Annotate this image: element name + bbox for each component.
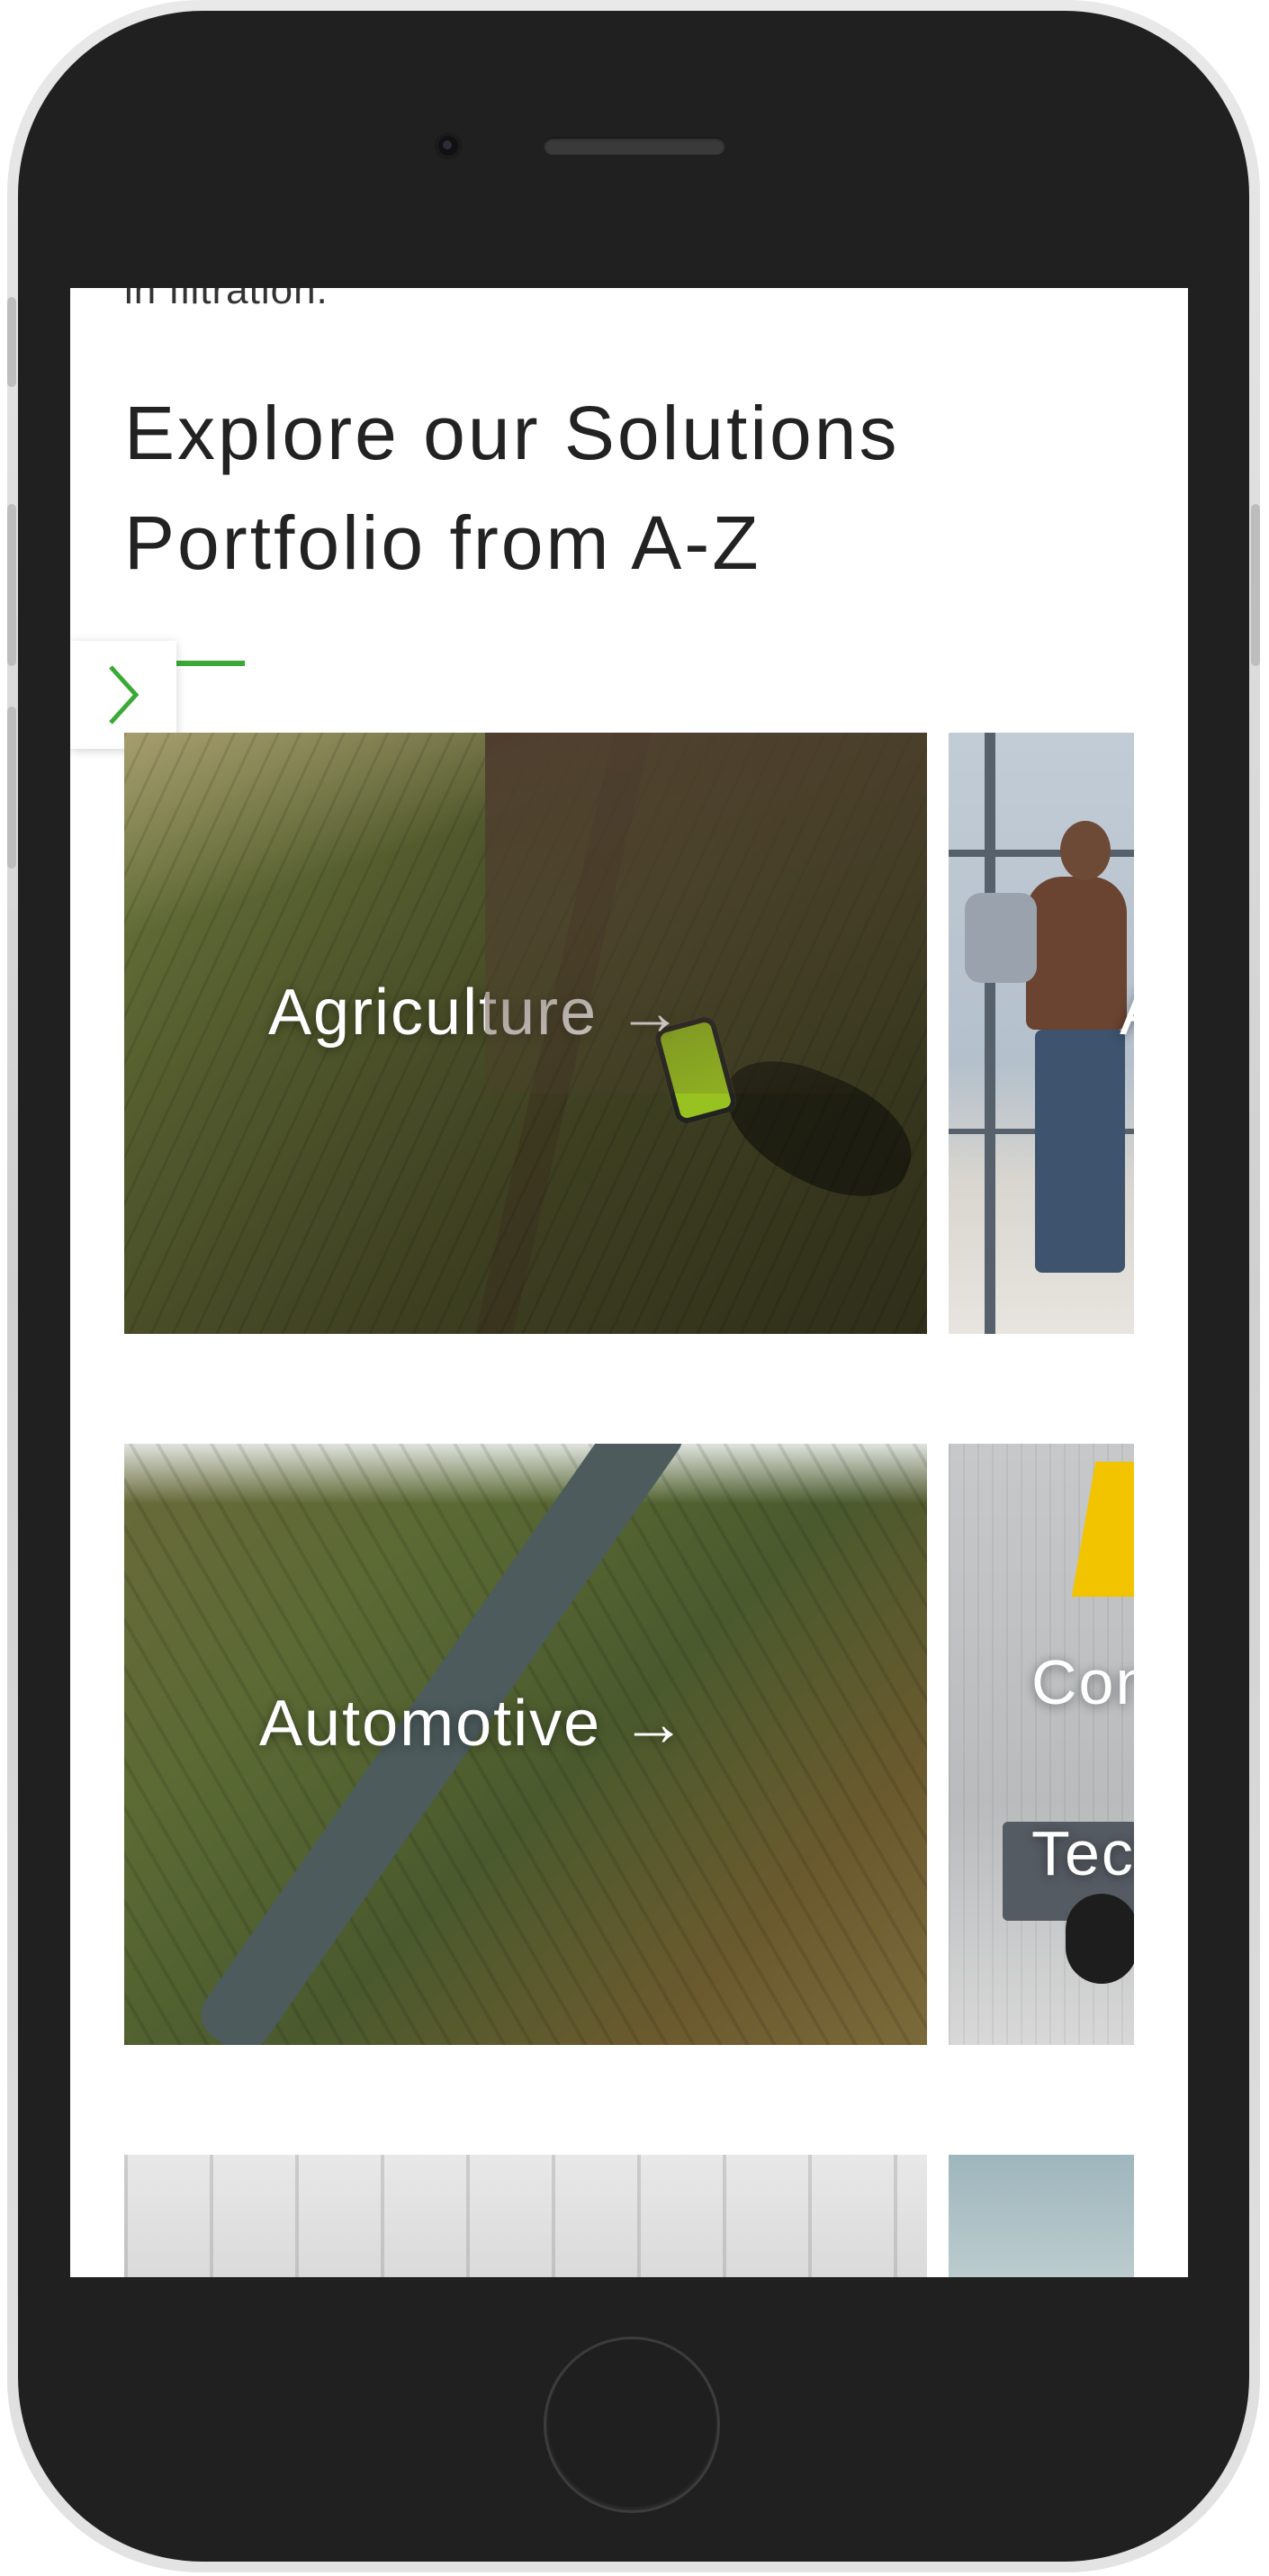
chevron-right-icon — [109, 665, 140, 725]
machine-part-image — [1071, 1462, 1134, 1597]
arrow-right-icon: → — [617, 977, 685, 1049]
tractor-shadow — [705, 1041, 927, 1216]
card-title: Aviation — [1120, 977, 1134, 1049]
solution-card-sky-image[interactable] — [949, 2155, 1134, 2277]
traveler-head — [1060, 821, 1111, 880]
home-button[interactable] — [544, 2337, 720, 2513]
volume-up-button — [7, 504, 16, 666]
solution-card-automotive[interactable]: Automotive → — [124, 1444, 927, 2045]
power-button — [1251, 504, 1260, 666]
card-title: Automotive — [259, 1688, 602, 1760]
card-label-agriculture: Agriculture → — [268, 976, 684, 1049]
traveler-body — [1026, 877, 1127, 1030]
solution-card-agriculture[interactable]: Agriculture → — [124, 733, 927, 1334]
traveler-backpack — [965, 893, 1037, 983]
solution-card-aviation[interactable]: Aviation → — [949, 733, 1134, 1334]
screen: in filtration. Explore our Solutions Por… — [70, 288, 1188, 2277]
mute-switch — [7, 297, 16, 387]
arrow-right-icon: → — [621, 1688, 688, 1760]
earpiece-speaker — [544, 137, 725, 155]
card-label-aviation: Aviation → — [1120, 976, 1134, 1049]
card-label-automotive: Automotive → — [259, 1687, 688, 1761]
traveler-legs — [1035, 1030, 1125, 1273]
front-camera-icon — [435, 132, 462, 159]
tractor-image — [652, 1013, 740, 1127]
solution-card-construction-technology[interactable]: Construction Technology → — [949, 1444, 1134, 2045]
card-title: Construction Technology — [1031, 1647, 1134, 1888]
volume-down-button — [7, 707, 16, 869]
previous-section-text: in filtration. — [124, 288, 328, 312]
card-title: Agriculture — [268, 977, 598, 1049]
heading-accent-line — [176, 661, 245, 666]
solution-card-architecture-image[interactable] — [124, 2155, 927, 2277]
window-frame — [985, 733, 995, 1334]
section-heading: Explore our Solutions Portfolio from A-Z — [124, 391, 900, 585]
card-label-construction-technology: Construction Technology → — [1031, 1597, 1134, 1939]
